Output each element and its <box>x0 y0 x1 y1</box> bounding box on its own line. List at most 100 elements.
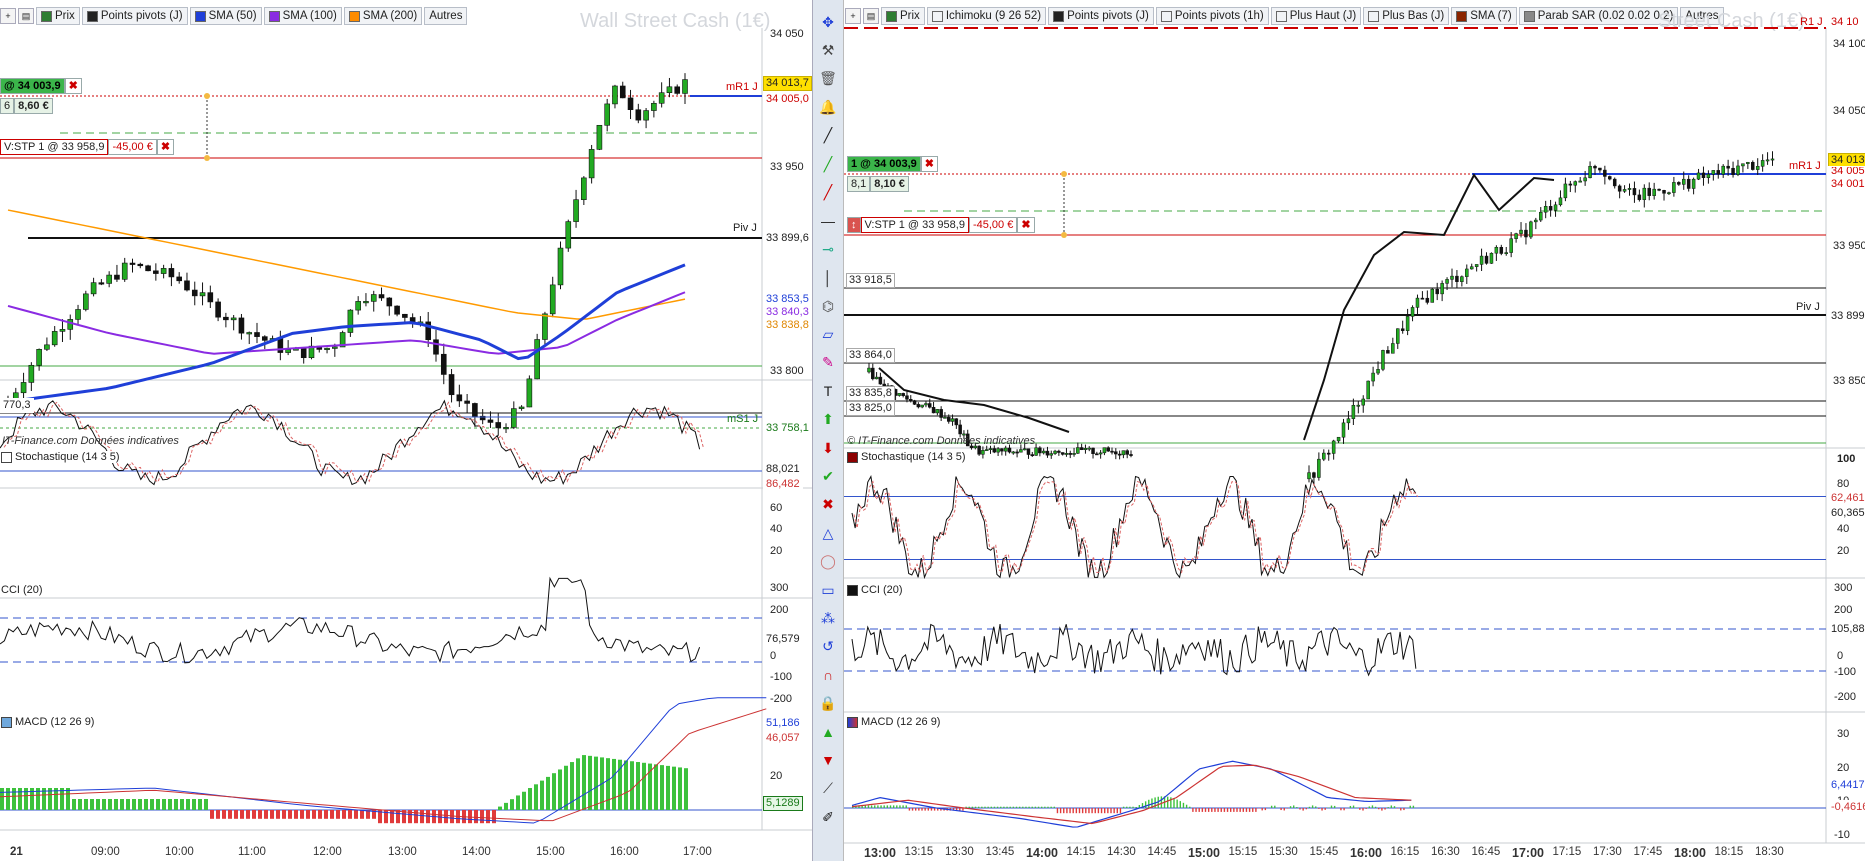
macd-bar <box>1104 808 1106 814</box>
fib-icon[interactable]: ⌬ <box>817 296 839 316</box>
candle <box>20 382 27 394</box>
lock-icon[interactable]: 🔒 <box>817 694 839 714</box>
candle <box>954 418 959 426</box>
candle <box>1751 161 1755 170</box>
pattern-icon[interactable]: ⁂ <box>817 608 839 628</box>
check-icon[interactable]: ✔ <box>817 466 839 486</box>
macd-bar <box>360 810 364 819</box>
time-axis-label: 15:45 <box>1309 846 1339 858</box>
right-chart-svg[interactable] <box>844 0 1865 861</box>
candle <box>1514 233 1518 239</box>
candle <box>1677 182 1681 185</box>
order-close-icon[interactable]: ✖ <box>64 78 82 94</box>
macd-bar <box>144 799 148 810</box>
candle <box>1662 190 1666 194</box>
buy-icon[interactable]: ▲ <box>817 722 839 742</box>
order-stop-label[interactable]: V:STP 1 @ 33 958,9 <box>860 217 969 233</box>
macd-bar <box>1374 806 1377 808</box>
candle <box>1652 188 1656 196</box>
macd-label[interactable]: MACD (12 26 9) <box>1 716 95 728</box>
macd-bar <box>300 810 304 819</box>
sell-icon[interactable]: ▼ <box>817 750 839 770</box>
macd-bar <box>1009 806 1011 808</box>
channel-icon[interactable]: ▱ <box>817 324 839 344</box>
cci-label[interactable]: CCI (20) <box>847 584 903 596</box>
left-chart-svg[interactable] <box>0 0 812 861</box>
refresh-icon[interactable]: ↺ <box>817 637 839 657</box>
macd-bar <box>1226 808 1229 812</box>
arrow-up-icon[interactable]: ⬆ <box>817 410 839 430</box>
cci-label[interactable]: CCI (20) <box>1 584 43 596</box>
order-close-icon[interactable]: ✖ <box>156 139 175 155</box>
stoch-label[interactable]: Stochastique (14 3 5) <box>847 451 966 463</box>
magnet-icon[interactable]: ⚒ <box>817 40 839 60</box>
candle <box>658 92 665 104</box>
macd-bar <box>672 766 676 810</box>
candle <box>1022 448 1027 451</box>
candle <box>1573 181 1578 186</box>
macd-bar <box>1384 808 1386 810</box>
macd-bar <box>1075 808 1078 814</box>
order-buy-label[interactable]: @ 34 003,9 <box>0 78 65 94</box>
vertical-line-icon[interactable]: │ <box>817 268 839 288</box>
macd-bar <box>886 805 889 808</box>
candle <box>184 280 190 291</box>
time-axis-label: 14:00 <box>1026 846 1058 860</box>
order-stop[interactable]: ↕ V:STP 1 @ 33 958,9 -45,00 € ✖ <box>847 217 1035 233</box>
line-icon[interactable]: ╱ <box>817 126 839 146</box>
drag-handle-icon[interactable]: ↕ <box>847 217 861 233</box>
macd-bar <box>1248 808 1251 812</box>
arrow-down-icon[interactable]: ⬇ <box>817 438 839 458</box>
right-chart-panel[interactable]: + ▤ Prix Ichimoku (9 26 52) Points pivots … <box>843 0 1865 861</box>
candle <box>1598 167 1602 171</box>
pencil-icon[interactable]: ✎ <box>817 353 839 373</box>
macd-bar <box>60 788 64 810</box>
candle <box>1588 165 1592 179</box>
candle <box>565 221 572 249</box>
ellipse-icon[interactable]: ◯ <box>817 552 839 572</box>
stoch-label[interactable]: Stochastique (14 3 5) <box>1 451 120 463</box>
macd-bar <box>132 799 136 810</box>
order-close-icon[interactable]: ✖ <box>1017 217 1035 233</box>
macd-label[interactable]: MACD (12 26 9) <box>847 716 941 728</box>
macd-bar <box>0 788 4 810</box>
cross-icon[interactable]: ✖ <box>817 495 839 515</box>
macd-bar <box>1012 806 1015 808</box>
macd-bar <box>1066 808 1068 814</box>
trend-line-green-icon[interactable]: ╱ <box>817 154 839 174</box>
crosshair-icon[interactable]: ✥ <box>817 12 839 32</box>
triangle-icon[interactable]: △ <box>817 523 839 543</box>
order-buy-label[interactable]: 1 @ 34 003,9 <box>847 156 921 172</box>
alert-bell-icon[interactable]: 🔔 <box>817 97 839 117</box>
macd-bar <box>1091 808 1093 814</box>
left-chart-panel[interactable]: + ▤ Prix Points pivots (J) SMA (50) SMA (10… <box>0 0 812 861</box>
candle <box>1741 163 1745 167</box>
macd-bar <box>984 806 986 808</box>
candle <box>1489 252 1494 264</box>
draw-icon[interactable]: ✐ <box>817 807 839 827</box>
macd-bar <box>1078 808 1081 814</box>
order-stop[interactable]: V:STP 1 @ 33 958,9 -45,00 € ✖ <box>0 139 175 155</box>
hline-blue-icon[interactable]: ⊸ <box>817 239 839 259</box>
horizontal-line-icon[interactable]: — <box>817 211 839 231</box>
order-close-icon[interactable]: ✖ <box>920 156 938 172</box>
candle <box>1376 369 1380 374</box>
candle <box>129 262 136 265</box>
magnet-u-icon[interactable]: ∩ <box>817 665 839 685</box>
order-stop-label[interactable]: V:STP 1 @ 33 958,9 <box>0 139 109 155</box>
order-pnl: 8,60 € <box>14 98 53 114</box>
text-icon[interactable]: T <box>817 381 839 401</box>
order-buy[interactable]: 1 @ 34 003,9 ✖ <box>847 156 938 172</box>
rectangle-icon[interactable]: ▭ <box>817 580 839 600</box>
cci-axis-label: 0 <box>770 650 777 662</box>
candle <box>1479 255 1484 265</box>
candle <box>230 317 237 321</box>
ruler-icon[interactable]: ⟋ <box>817 779 839 799</box>
order-buy[interactable]: @ 34 003,9 ✖ <box>0 78 82 94</box>
candle <box>916 404 921 408</box>
macd-bar <box>1283 808 1285 811</box>
candle <box>1770 158 1775 161</box>
macd-bar <box>1195 808 1197 812</box>
trash-icon[interactable]: 🗑 <box>817 69 839 89</box>
trend-line-red-icon[interactable]: ╱ <box>817 182 839 202</box>
